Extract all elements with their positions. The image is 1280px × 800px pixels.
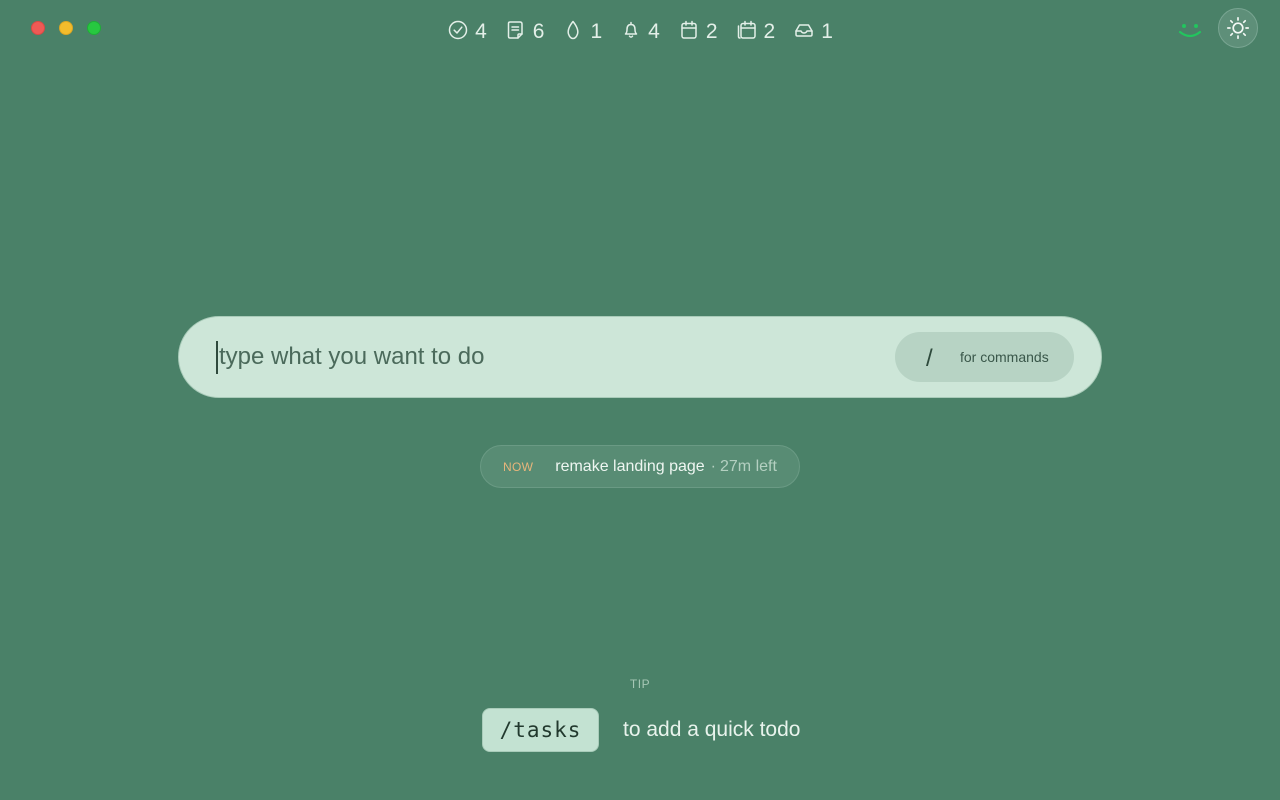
counter-calendar[interactable]: 2: [678, 14, 718, 46]
counter-notes-count: 6: [532, 20, 545, 43]
check-circle-icon: [448, 20, 468, 40]
counter-tasks-count: 4: [475, 20, 487, 43]
commands-hint-button[interactable]: / for commands: [895, 332, 1074, 382]
command-input[interactable]: [219, 335, 879, 379]
sun-icon: [1226, 16, 1250, 40]
current-task-title: remake landing page: [555, 457, 705, 475]
current-task-pill[interactable]: NOW remake landing page · 27m left: [480, 445, 800, 488]
now-separator: ·: [710, 457, 716, 475]
counter-notes[interactable]: 6: [505, 14, 545, 46]
counter-inbox[interactable]: 1: [793, 14, 833, 46]
tip-label: TIP: [629, 677, 651, 691]
counter-habits[interactable]: 1: [562, 14, 602, 46]
note-icon: [507, 21, 523, 39]
text-cursor: [216, 341, 218, 374]
counter-events[interactable]: 2: [736, 14, 776, 46]
tip-command-chip[interactable]: /tasks: [482, 708, 599, 752]
bell-icon: [624, 21, 638, 38]
command-bar: / for commands: [178, 316, 1102, 398]
command-slash-key: /: [926, 345, 933, 372]
smiley-icon[interactable]: [1176, 18, 1204, 42]
calendar-icon: [681, 20, 697, 39]
theme-toggle-button[interactable]: [1218, 8, 1258, 48]
counter-events-count: 2: [763, 20, 776, 43]
counter-tasks[interactable]: 4: [447, 14, 487, 46]
time-left: 27m left: [720, 457, 777, 475]
top-counters: 4 6 1 4 2 2 1: [0, 14, 1280, 46]
inbox-tray-icon: [795, 24, 813, 37]
counter-habits-count: 1: [590, 20, 603, 43]
now-label: NOW: [503, 459, 534, 474]
counter-calendar-count: 2: [705, 20, 718, 43]
counter-reminders[interactable]: 4: [620, 14, 660, 46]
calendar-stack-icon: [737, 20, 756, 39]
counter-reminders-count: 4: [648, 20, 660, 43]
command-hint-text: for commands: [960, 349, 1049, 365]
tip-text: to add a quick todo: [623, 718, 801, 741]
tip-row: /tasks to add a quick todo: [482, 708, 800, 752]
counter-inbox-count: 1: [821, 20, 833, 43]
drop-icon: [567, 20, 579, 40]
